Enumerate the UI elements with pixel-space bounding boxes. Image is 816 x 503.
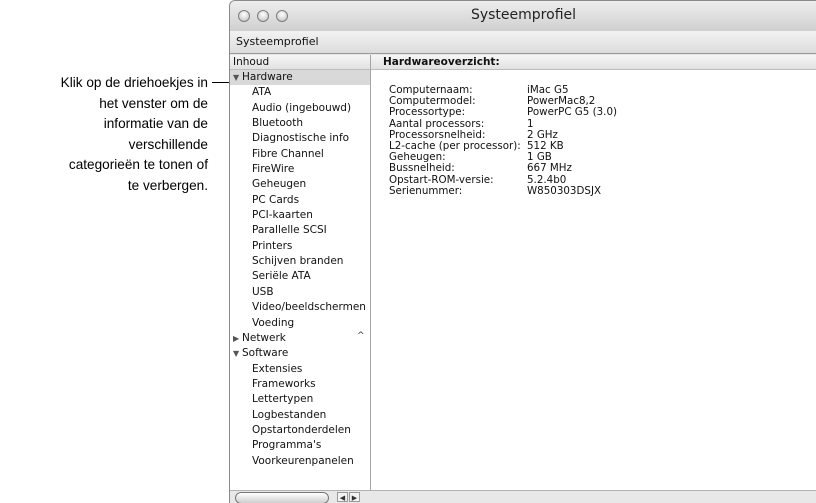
- sidebar-item-programmas[interactable]: Programma's: [230, 438, 370, 453]
- sidebar-item-fibre-channel[interactable]: Fibre Channel: [230, 147, 370, 162]
- window-title: Systeemprofiel: [470, 7, 577, 23]
- sidebar-item-video[interactable]: Video/beeldschermen: [230, 300, 370, 315]
- toolbar-menu-item[interactable]: Systeemprofiel: [236, 35, 319, 48]
- info-row: Serienummer: W850303DSJX: [389, 184, 617, 197]
- sidebar-item-bluetooth[interactable]: Bluetooth: [230, 116, 370, 131]
- splitter-handle[interactable]: [235, 492, 329, 503]
- sidebar-item-usb[interactable]: USB: [230, 285, 370, 300]
- sidebar-item-voeding[interactable]: Voeding: [230, 316, 370, 331]
- sidebar-item-firewire[interactable]: FireWire: [230, 162, 370, 177]
- title-bar[interactable]: Systeemprofiel: [230, 1, 816, 31]
- info-row: Bussnelheid: 667 MHz: [389, 163, 617, 174]
- disclosure-triangle-expanded-icon[interactable]: ▼: [233, 70, 242, 85]
- callout-line-1: Klik op de driehoekjes in: [60, 75, 208, 90]
- bottom-bar: ◀ ▶: [230, 490, 816, 503]
- sidebar-item-pc-cards[interactable]: PC Cards: [230, 193, 370, 208]
- sidebar-item-parallelle-scsi[interactable]: Parallelle SCSI: [230, 223, 370, 238]
- detail-header: Hardwareoverzicht:: [371, 55, 816, 70]
- info-value: PowerPC G5 (3.0): [527, 106, 618, 119]
- callout-line-4: verschillende: [128, 136, 208, 152]
- sidebar-item-frameworks[interactable]: Frameworks: [230, 377, 370, 392]
- scroll-right-icon[interactable]: ▶: [349, 492, 360, 502]
- category-hardware[interactable]: ▼ Hardware: [230, 70, 370, 86]
- callout-line-2: het venster om de: [99, 95, 208, 111]
- sidebar-item-schijven-branden[interactable]: Schijven branden: [230, 254, 370, 269]
- sidebar-item-geheugen[interactable]: Geheugen: [230, 177, 370, 192]
- sidebar-item-extensies[interactable]: Extensies: [230, 362, 370, 377]
- window-toolbar: Systeemprofiel: [230, 31, 816, 54]
- sidebar-item-lettertypen[interactable]: Lettertypen: [230, 392, 370, 407]
- scroll-left-icon[interactable]: ◀: [337, 492, 348, 502]
- detail-pane: Hardwareoverzicht: Computernaam: iMac G5 …: [371, 55, 816, 491]
- contents-header: Inhoud: [230, 55, 370, 70]
- sidebar-item-audio[interactable]: Audio (ingebouwd): [230, 101, 370, 116]
- sidebar-item-logbestanden[interactable]: Logbestanden: [230, 408, 370, 423]
- sidebar-item-ata[interactable]: ATA: [230, 85, 370, 100]
- sidebar-item-diagnostics[interactable]: Diagnostische info: [230, 131, 370, 146]
- sidebar-item-voorkeurenpanelen[interactable]: Voorkeurenpanelen: [230, 454, 370, 469]
- sidebar-item-printers[interactable]: Printers: [230, 239, 370, 254]
- info-value: W850303DSJX: [527, 184, 602, 197]
- sidebar-item-pci-kaarten[interactable]: PCI-kaarten: [230, 208, 370, 223]
- callout-line-6: te verbergen.: [127, 177, 208, 193]
- category-software[interactable]: ▼ Software: [230, 346, 370, 361]
- hardware-overview: Computernaam: iMac G5 Computermodel: Power…: [389, 84, 617, 197]
- category-netwerk[interactable]: ▶ Netwerk: [230, 331, 370, 346]
- disclosure-triangle-expanded-icon[interactable]: ▼: [233, 346, 242, 361]
- callout-line-3: informatie van de: [103, 116, 208, 131]
- callout-line-5: categorieën te tonen of: [68, 157, 208, 172]
- info-value: 667 MHz: [527, 162, 572, 175]
- info-label: Bussnelheid:: [389, 162, 455, 175]
- sidebar-item-opstartonderdelen[interactable]: Opstartonderdelen: [230, 423, 370, 438]
- system-profiler-window: Systeemprofiel Systeemprofiel Inhoud ▼ Ha…: [229, 0, 816, 503]
- contents-sidebar: Inhoud ▼ Hardware ATA Audio (ingebouwd) B…: [230, 55, 371, 491]
- info-row: Processortype: PowerPC G5 (3.0): [389, 107, 617, 118]
- info-label: Serienummer:: [389, 184, 463, 197]
- info-label: Processortype:: [389, 106, 466, 119]
- disclosure-triangle-collapsed-icon[interactable]: ▶: [233, 331, 242, 346]
- instruction-callout: Klik op de driehoekjes in het venster om…: [0, 73, 208, 196]
- caret-icon: ^: [357, 331, 365, 341]
- sidebar-item-seriele-ata[interactable]: Seriële ATA: [230, 269, 370, 284]
